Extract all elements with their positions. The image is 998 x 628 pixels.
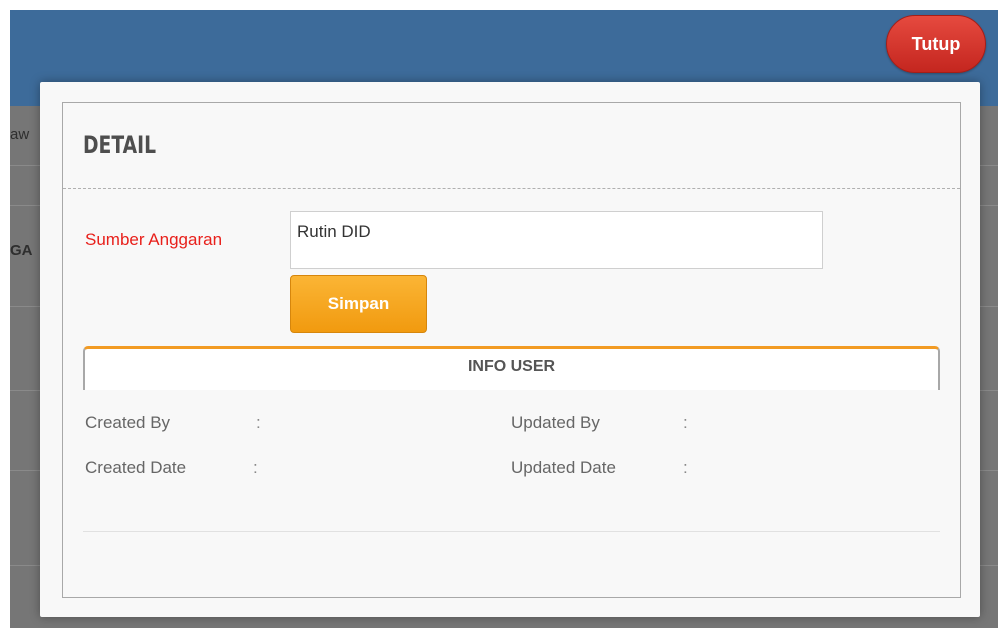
title-divider	[63, 188, 960, 189]
close-button[interactable]: Tutup	[886, 15, 986, 73]
created-date-colon: :	[253, 458, 258, 477]
created-by-label: Created By	[85, 413, 171, 432]
detail-panel: DETAIL Sumber Anggaran Simpan INFO USER …	[62, 102, 961, 598]
tab-info-user-label: INFO USER	[467, 358, 556, 375]
panel-title: DETAIL	[83, 131, 157, 159]
bg-header-text: GA	[10, 242, 33, 259]
updated-by-label: Updated By	[511, 413, 600, 432]
info-footer-divider	[83, 531, 940, 532]
created-date-label: Created Date	[85, 458, 187, 477]
updated-by-colon: :	[683, 413, 688, 432]
sumber-anggaran-label: Sumber Anggaran	[85, 230, 223, 249]
detail-modal: DETAIL Sumber Anggaran Simpan INFO USER …	[40, 82, 980, 617]
sumber-anggaran-input[interactable]	[290, 211, 823, 269]
save-button[interactable]: Simpan	[290, 275, 427, 333]
created-by-colon: :	[256, 413, 261, 432]
updated-date-colon: :	[683, 458, 688, 477]
updated-date-label: Updated Date	[511, 458, 616, 477]
tab-info-user[interactable]: INFO USER	[83, 346, 940, 390]
bg-menu-text: aw	[10, 126, 30, 143]
